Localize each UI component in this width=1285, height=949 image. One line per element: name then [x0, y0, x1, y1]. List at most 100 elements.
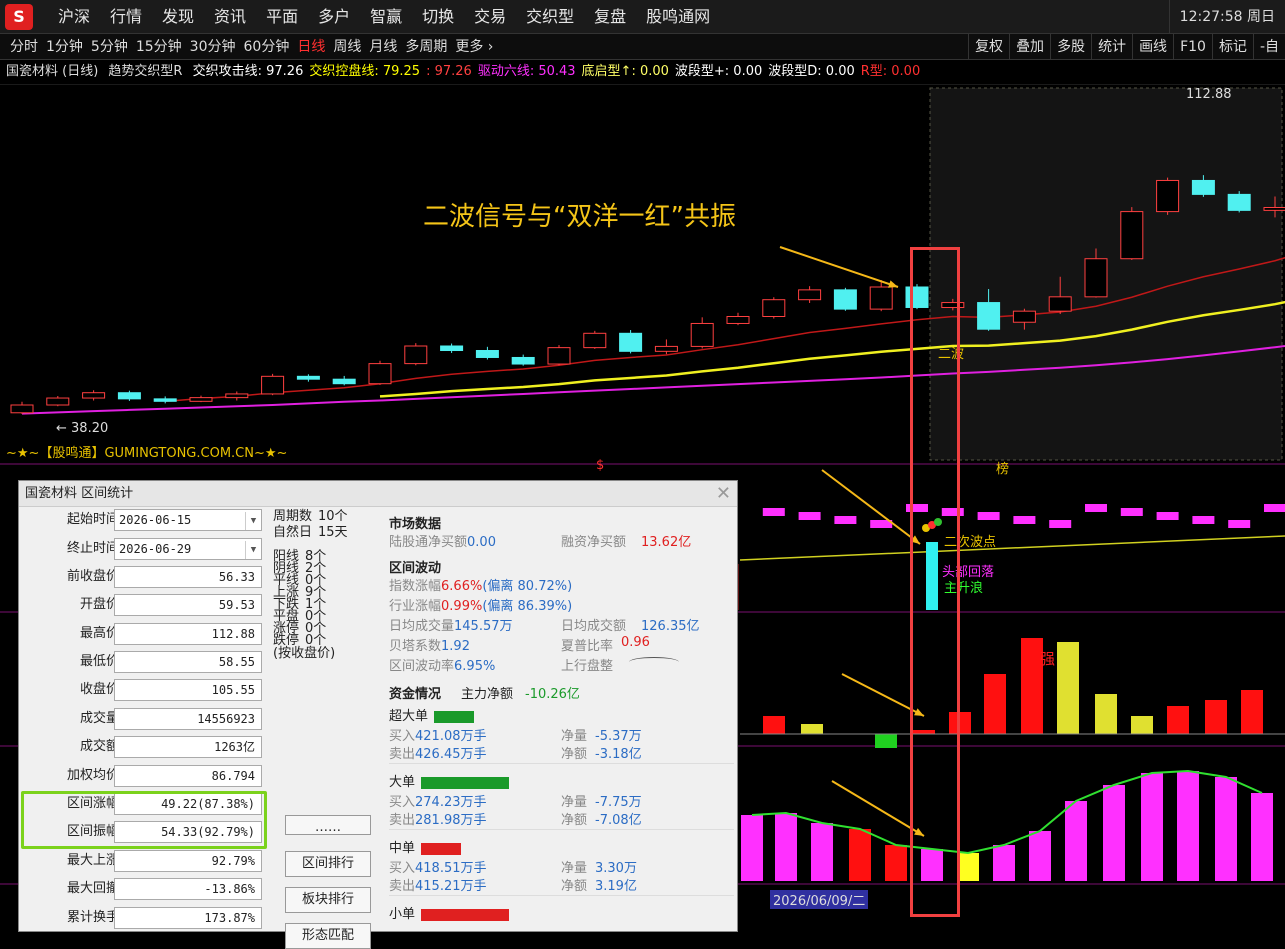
app-logo[interactable]: S — [5, 4, 33, 30]
stat-row: 最大上涨 92.79% — [19, 848, 279, 874]
candle-body — [583, 332, 607, 349]
fund-group-name: 中单 — [389, 841, 416, 856]
info-text: 6.66% — [441, 579, 483, 594]
fund-group-header: 大单 — [389, 771, 510, 790]
info-text: 274.23万手 — [415, 795, 487, 810]
osc-bar — [885, 845, 907, 881]
fund-bar — [421, 908, 510, 921]
candle-body — [153, 398, 177, 402]
stat-value: 56.33 — [114, 565, 262, 588]
stat-label: 最高价 — [79, 625, 119, 641]
period-tab-6[interactable]: 日线 — [293, 34, 329, 60]
legend-item-6: 波段型D: 0.00 — [768, 64, 855, 79]
stat-value-text: 1263亿 — [214, 740, 255, 755]
chevron-down-icon[interactable]: ▼ — [245, 512, 261, 530]
stock-name[interactable]: 国瓷材料 (日线) — [6, 64, 98, 79]
tool-button-0[interactable]: 复权 — [968, 34, 1009, 60]
candle-body — [619, 332, 643, 352]
stat-value: 58.55 — [114, 651, 262, 673]
candle-body — [117, 392, 141, 400]
osc-bar — [993, 845, 1015, 881]
period-tab-2[interactable]: 5分钟 — [87, 34, 132, 60]
period-tab-1[interactable]: 1分钟 — [42, 34, 87, 60]
menu-item-0[interactable]: 沪深 — [48, 0, 100, 34]
info-text: 0.99% — [441, 599, 483, 614]
menu-item-9[interactable]: 交织型 — [516, 0, 584, 34]
info-text: 买入 — [389, 861, 416, 876]
signal-bar — [1049, 520, 1072, 528]
info-row: 买入421.08万手 净量 -5.37万 — [389, 725, 734, 744]
menu-item-1[interactable]: 行情 — [100, 0, 152, 34]
menu-item-4[interactable]: 平面 — [256, 0, 308, 34]
tool-button-4[interactable]: 画线 — [1132, 34, 1173, 60]
stat-value-text: 59.53 — [218, 598, 255, 613]
stat-value: -13.86% — [114, 878, 262, 901]
info-text: 3.30万 — [595, 861, 637, 876]
date-select[interactable]: 2026-06-29 ▼ — [114, 538, 262, 560]
legend-item-0: 交织攻击线: 97.26 — [192, 64, 304, 79]
info-text: 0.96 — [621, 635, 650, 650]
info-row: 卖出426.45万手 净额 -3.18亿 — [389, 743, 734, 762]
period-tab-3[interactable]: 15分钟 — [132, 34, 186, 60]
divider — [389, 895, 734, 896]
info-row: 卖出415.21万手 净额 3.19亿 — [389, 875, 734, 894]
annotation-arrow — [779, 246, 899, 288]
info-text: 净额 — [561, 879, 588, 894]
date-select[interactable]: 2026-06-15 ▼ — [114, 509, 262, 531]
close-icon[interactable]: ✕ — [716, 483, 731, 504]
dialog-button-0[interactable]: …… — [285, 815, 371, 835]
section-title: 资金情况 — [389, 687, 442, 702]
info-row: 卖出281.98万手 净额 -7.08亿 — [389, 809, 734, 828]
tool-button-7[interactable]: -自 — [1252, 34, 1285, 60]
signal-bar — [1192, 516, 1215, 524]
menu-item-10[interactable]: 复盘 — [584, 0, 636, 34]
menu-item-3[interactable]: 资讯 — [204, 0, 256, 34]
stat-value-text: 105.55 — [211, 683, 255, 698]
period-tab-9[interactable]: 多周期 — [401, 34, 451, 60]
stat-label: 累计换手 — [66, 909, 119, 925]
period-tab-4[interactable]: 30分钟 — [186, 34, 240, 60]
menu-item-2[interactable]: 发现 — [152, 0, 204, 34]
period-tab-0[interactable]: 分时 — [6, 34, 42, 60]
tool-button-1[interactable]: 叠加 — [1009, 34, 1050, 60]
info-text: 主力净额 — [461, 687, 514, 702]
stat-value-text: 58.55 — [218, 655, 255, 669]
count-value: 10个 — [318, 509, 348, 524]
info-text: 区间波动率 — [389, 659, 455, 674]
period-tab-8[interactable]: 月线 — [365, 34, 401, 60]
dialog-button-2[interactable]: 板块排行 — [285, 887, 371, 913]
count-label: 周期数 — [273, 509, 313, 524]
period-tab-10[interactable]: 更多 › — [451, 34, 497, 60]
menu-item-6[interactable]: 智赢 — [360, 0, 412, 34]
indicator-name[interactable]: 趋势交织型R — [108, 64, 182, 79]
dialog-button-3[interactable]: 形态匹配 — [285, 923, 371, 949]
flow-bar — [1057, 642, 1079, 734]
tool-button-6[interactable]: 标记 — [1211, 34, 1253, 60]
candle-body — [1263, 207, 1285, 211]
period-tab-7[interactable]: 周线 — [329, 34, 365, 60]
menu-item-8[interactable]: 交易 — [464, 0, 516, 34]
info-text: 1.92 — [441, 639, 470, 654]
tool-button-3[interactable]: 统计 — [1091, 34, 1132, 60]
flow-bar — [984, 674, 1006, 734]
candle-body — [798, 289, 822, 301]
signal-line — [739, 535, 1285, 561]
info-text: 126.35亿 — [641, 619, 700, 634]
candle-body — [1191, 179, 1215, 195]
tool-button-5[interactable]: F10 — [1173, 34, 1212, 60]
info-row: 市场数据 — [389, 513, 734, 532]
stat-row: 前收盘价 56.33 — [19, 564, 279, 590]
menu-item-7[interactable]: 切换 — [412, 0, 464, 34]
period-tab-5[interactable]: 60分钟 — [240, 34, 294, 60]
info-row: 贝塔系数1.92 夏普比率 0.96 — [389, 635, 734, 654]
dialog-title: 国瓷材料 区间统计 — [19, 481, 737, 507]
dialog-button-1[interactable]: 区间排行 — [285, 851, 371, 877]
menu-item-11[interactable]: 股鸣通网 — [636, 0, 720, 34]
osc-bar — [1029, 831, 1051, 881]
stat-row: 成交量 14556923 — [19, 706, 279, 732]
info-text: 净额 — [561, 747, 588, 762]
menu-item-5[interactable]: 多户 — [308, 0, 360, 34]
tool-button-2[interactable]: 多股 — [1050, 34, 1091, 60]
chevron-down-icon[interactable]: ▼ — [245, 541, 261, 559]
info-text: 卖出 — [389, 747, 416, 762]
